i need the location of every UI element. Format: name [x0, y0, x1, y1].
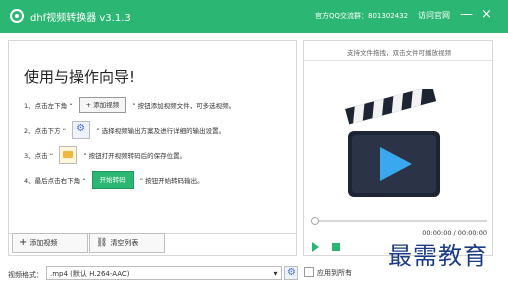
file-list-panel[interactable]: 使用与操作向导! 1、点击左下角 “ + 添加视频 ” 按钮添加视频文件，可多选… — [8, 40, 297, 256]
guide-title: 使用与操作向导! — [24, 68, 136, 86]
guide-step-1: 1、点击左下角 “ + 添加视频 ” 按钮添加视频文件，可多选视频。 — [24, 97, 235, 113]
app-logo-icon — [10, 9, 24, 23]
guide-step-4: 4、最后点击右下角 “ 开始转码 ” 按钮开始转码输出。 — [24, 171, 204, 189]
chevron-down-icon[interactable]: ▾ — [270, 266, 282, 280]
official-site-link[interactable]: 访问官网 — [418, 10, 450, 21]
close-button[interactable]: × — [481, 7, 492, 23]
guide-step-3: 3、点击 “ ” 按钮打开视频转码后的保存位置。 — [24, 146, 186, 164]
play-icon[interactable] — [312, 242, 319, 252]
clear-list-button[interactable]: ⛓ 清空列表 — [89, 233, 165, 253]
preview-hint: 支持文件拖拽，双击文件可播放视频 — [347, 49, 451, 57]
guide-add-video-badge: + 添加视频 — [78, 97, 127, 113]
format-select[interactable]: .mp4 (默认 H.264-AAC) — [46, 266, 278, 280]
settings-gear-icon — [72, 121, 91, 139]
guide-step-2: 2、点击下方 “ ” 选择视频输出方案及进行详细的输出设置。 — [24, 121, 225, 139]
apply-all-label: 应用到所有 — [317, 269, 352, 277]
clapperboard-icon — [345, 89, 440, 197]
playback-timeline[interactable] — [311, 217, 487, 225]
timeline-knob[interactable] — [311, 217, 319, 225]
output-settings-button[interactable] — [284, 266, 298, 280]
stop-icon[interactable] — [332, 243, 340, 251]
add-video-button[interactable]: + 添加视频 — [12, 233, 88, 253]
apply-all-checkbox[interactable] — [304, 267, 314, 277]
preview-panel[interactable]: 支持文件拖拽，双击文件可播放视频 00:00:00 / 00:00:00 — [303, 40, 493, 256]
format-label: 视频格式： — [8, 271, 43, 279]
minimize-button[interactable]: — — [460, 7, 473, 23]
app-title: dhf视频转换器 v3.1.3 — [30, 13, 131, 24]
link-icon: ⛓ — [96, 238, 108, 248]
title-bar: dhf视频转换器 v3.1.3 官方QQ交流群：801302432 访问官网 —… — [0, 0, 508, 33]
preview-divider — [304, 60, 492, 61]
watermark-text: 最需教育 — [388, 242, 488, 270]
qq-group-text: 官方QQ交流群：801302432 — [315, 12, 409, 20]
folder-icon — [59, 146, 78, 164]
guide-start-badge: 开始转码 — [91, 171, 134, 189]
plus-icon: + — [19, 237, 28, 248]
